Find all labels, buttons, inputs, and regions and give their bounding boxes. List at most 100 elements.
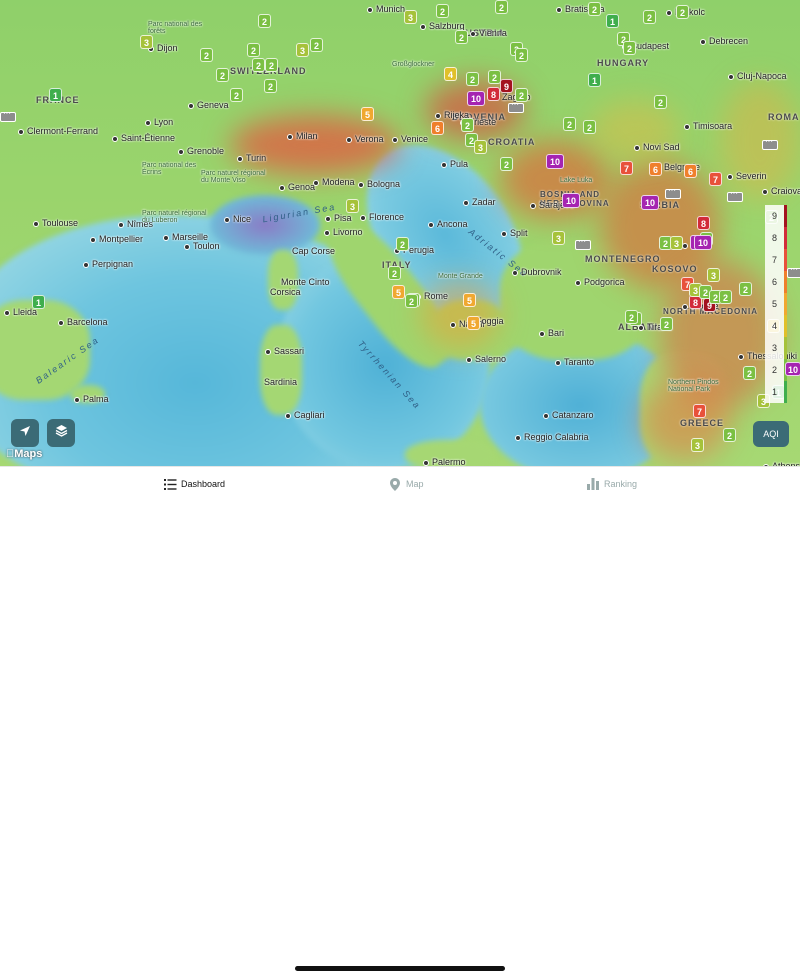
aqi-pin-level-5[interactable]: 5 bbox=[463, 293, 476, 307]
aqi-pin-level-2[interactable]: 2 bbox=[623, 41, 636, 55]
aqi-pin-level-3[interactable]: 3 bbox=[140, 35, 153, 49]
city-label: Timisoara bbox=[684, 121, 732, 131]
city-label: Palma bbox=[74, 394, 109, 404]
aqi-pin-level-2[interactable]: 2 bbox=[588, 2, 601, 16]
tab-bar: Dashboard Map Ranking bbox=[0, 466, 800, 971]
aqi-pin-level-2[interactable]: 2 bbox=[310, 38, 323, 52]
city-label: Livorno bbox=[324, 227, 363, 237]
aqi-legend-level-9: 9 bbox=[765, 205, 787, 227]
aqi-pin-level-2[interactable]: 2 bbox=[643, 10, 656, 24]
bar-chart-icon bbox=[586, 477, 600, 491]
aqi-map[interactable]: FRANCE SWITZERLAND AUSTRIA HUNGARY SLOVE… bbox=[0, 0, 800, 466]
no-data-pin[interactable] bbox=[665, 186, 681, 199]
city-label: Grenoble bbox=[178, 146, 224, 156]
aqi-pin-level-3[interactable]: 3 bbox=[552, 231, 565, 245]
city-label: Palermo bbox=[423, 457, 466, 466]
no-data-pin[interactable] bbox=[508, 100, 524, 113]
layers-button[interactable] bbox=[47, 419, 75, 447]
aqi-pin-level-2[interactable]: 2 bbox=[625, 310, 638, 324]
aqi-pin-level-1[interactable]: 1 bbox=[588, 73, 601, 87]
aqi-pin-level-2[interactable]: 2 bbox=[396, 237, 409, 251]
aqi-pin-level-10[interactable]: 10 bbox=[641, 195, 660, 210]
aqi-pin-level-2[interactable]: 2 bbox=[455, 30, 468, 44]
aqi-pin-level-2[interactable]: 2 bbox=[466, 72, 479, 86]
no-data-pin[interactable] bbox=[575, 237, 591, 250]
aqi-pin-level-2[interactable]: 2 bbox=[258, 14, 271, 28]
aqi-pin-level-2[interactable]: 2 bbox=[265, 58, 278, 72]
aqi-legend-level-3: 3 bbox=[765, 337, 787, 359]
aqi-pin-level-7[interactable]: 7 bbox=[693, 404, 706, 418]
no-data-pin[interactable] bbox=[787, 265, 800, 278]
aqi-pin-level-2[interactable]: 2 bbox=[743, 366, 756, 380]
aqi-pin-level-2[interactable]: 2 bbox=[654, 95, 667, 109]
aqi-pin-level-2[interactable]: 2 bbox=[660, 317, 673, 331]
aqi-legend-level-7: 7 bbox=[765, 249, 787, 271]
no-data-pin[interactable] bbox=[0, 109, 16, 122]
list-icon bbox=[163, 477, 177, 491]
aqi-pin-level-3[interactable]: 3 bbox=[691, 438, 704, 452]
city-label: Bologna bbox=[358, 179, 400, 189]
aqi-pin-level-8[interactable]: 8 bbox=[487, 87, 500, 101]
aqi-pin-level-2[interactable]: 2 bbox=[719, 290, 732, 304]
aqi-pin-level-2[interactable]: 2 bbox=[563, 117, 576, 131]
aqi-pin-level-1[interactable]: 1 bbox=[606, 14, 619, 28]
aqi-pin-level-10[interactable]: 10 bbox=[467, 91, 486, 106]
aqi-pin-level-3[interactable]: 3 bbox=[296, 43, 309, 57]
aqi-pin-level-2[interactable]: 2 bbox=[216, 68, 229, 82]
aqi-legend-level-4: 4 bbox=[765, 315, 787, 337]
aqi-pin-level-10[interactable]: 10 bbox=[694, 235, 713, 250]
aqi-pin-level-2[interactable]: 2 bbox=[723, 428, 736, 442]
country-label: ROMA bbox=[768, 112, 800, 122]
aqi-pin-level-2[interactable]: 2 bbox=[583, 120, 596, 134]
aqi-pin-level-2[interactable]: 2 bbox=[495, 0, 508, 14]
city-label: Toulon bbox=[184, 241, 220, 251]
aqi-pin-level-2[interactable]: 2 bbox=[739, 282, 752, 296]
aqi-pin-level-1[interactable]: 1 bbox=[32, 295, 45, 309]
aqi-layer-button[interactable]: AQI bbox=[753, 421, 789, 447]
aqi-pin-level-8[interactable]: 8 bbox=[697, 216, 710, 230]
city-label: Novi Sad bbox=[634, 142, 680, 152]
aqi-pin-level-2[interactable]: 2 bbox=[247, 43, 260, 57]
aqi-pin-level-3[interactable]: 3 bbox=[346, 199, 359, 213]
tab-map[interactable]: Map bbox=[388, 477, 424, 491]
city-label: Monte Grande bbox=[438, 273, 483, 280]
aqi-pin-level-5[interactable]: 5 bbox=[392, 285, 405, 299]
aqi-pin-level-9[interactable]: 9 bbox=[500, 79, 513, 93]
aqi-pin-level-5[interactable]: 5 bbox=[361, 107, 374, 121]
aqi-pin-level-2[interactable]: 2 bbox=[230, 88, 243, 102]
city-label: Dubrovnik bbox=[512, 267, 562, 277]
aqi-pin-level-2[interactable]: 2 bbox=[200, 48, 213, 62]
aqi-pin-level-5[interactable]: 5 bbox=[467, 316, 480, 330]
aqi-pin-level-10[interactable]: 10 bbox=[562, 193, 581, 208]
city-label: Monte Cinto bbox=[281, 277, 330, 287]
tab-label: Map bbox=[406, 479, 424, 489]
aqi-pin-level-1[interactable]: 1 bbox=[49, 88, 62, 102]
aqi-pin-level-6[interactable]: 6 bbox=[431, 121, 444, 135]
aqi-pin-level-4[interactable]: 4 bbox=[444, 67, 457, 81]
no-data-pin[interactable] bbox=[727, 189, 743, 202]
aqi-pin-level-3[interactable]: 3 bbox=[474, 140, 487, 154]
aqi-pin-level-6[interactable]: 6 bbox=[649, 162, 662, 176]
aqi-pin-level-2[interactable]: 2 bbox=[500, 157, 513, 171]
aqi-pin-level-7[interactable]: 7 bbox=[620, 161, 633, 175]
aqi-pin-level-3[interactable]: 3 bbox=[404, 10, 417, 24]
aqi-pin-level-3[interactable]: 3 bbox=[670, 236, 683, 250]
tab-ranking[interactable]: Ranking bbox=[586, 477, 637, 491]
aqi-pin-level-6[interactable]: 6 bbox=[684, 164, 697, 178]
aqi-pin-level-2[interactable]: 2 bbox=[676, 5, 689, 19]
city-label: Cap Corse bbox=[292, 246, 336, 256]
tab-dashboard[interactable]: Dashboard bbox=[163, 477, 225, 491]
aqi-pin-level-7[interactable]: 7 bbox=[709, 172, 722, 186]
city-label: Munich bbox=[367, 4, 405, 14]
aqi-pin-level-3[interactable]: 3 bbox=[707, 268, 720, 282]
aqi-pin-level-2[interactable]: 2 bbox=[405, 294, 418, 308]
aqi-pin-level-10[interactable]: 10 bbox=[546, 154, 565, 169]
aqi-pin-level-2[interactable]: 2 bbox=[515, 48, 528, 62]
aqi-pin-level-2[interactable]: 2 bbox=[436, 4, 449, 18]
no-data-pin[interactable] bbox=[762, 137, 778, 150]
aqi-pin-level-2[interactable]: 2 bbox=[388, 266, 401, 280]
locate-button[interactable] bbox=[11, 419, 39, 447]
aqi-pin-level-2[interactable]: 2 bbox=[461, 118, 474, 132]
aqi-pin-level-2[interactable]: 2 bbox=[252, 58, 265, 72]
aqi-pin-level-2[interactable]: 2 bbox=[264, 79, 277, 93]
